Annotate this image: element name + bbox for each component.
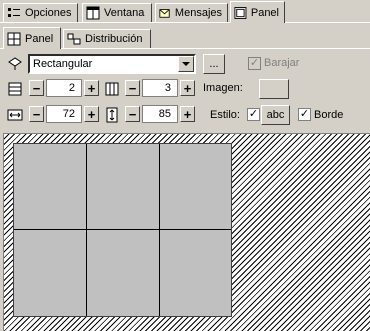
width-icon <box>7 109 23 121</box>
tab-ventana[interactable]: Ventana <box>82 3 152 22</box>
tab-divider <box>0 22 370 23</box>
sub-tabs: Panel Distribución <box>0 26 370 49</box>
grid-divider <box>159 144 160 316</box>
grid-divider <box>86 144 87 316</box>
window-icon <box>86 6 100 20</box>
subtab-label: Distribución <box>85 33 143 45</box>
shape-select-value: Rectangular <box>33 58 93 70</box>
cols-input[interactable]: 3 <box>142 79 178 97</box>
tab-label: Panel <box>250 6 279 19</box>
subtab-panel[interactable]: Panel <box>3 27 61 49</box>
imagen-label: Imagen: <box>203 82 243 94</box>
rows-icon <box>8 82 22 96</box>
options-icon <box>8 8 20 17</box>
estilo-button[interactable]: abc <box>261 105 290 125</box>
tab-label: Ventana <box>104 7 145 19</box>
chevron-down-icon[interactable] <box>178 56 194 72</box>
browse-button[interactable]: ... <box>203 54 225 74</box>
rows-decrement-button[interactable]: − <box>29 80 44 96</box>
cols-increment-button[interactable]: + <box>180 80 195 96</box>
rows-input[interactable]: 2 <box>46 79 82 97</box>
cols-decrement-button[interactable]: − <box>125 80 140 96</box>
subtab-distribucion[interactable]: Distribución <box>63 29 151 48</box>
tab-label: Opciones <box>25 7 72 19</box>
barajar-checkbox[interactable]: ✓ <box>248 57 261 70</box>
height-increment-button[interactable]: + <box>180 106 195 122</box>
panel-grid-preview <box>13 143 232 317</box>
grid-divider <box>14 229 231 230</box>
tab-label: Mensajes <box>174 7 222 19</box>
borde-label: Borde <box>314 109 344 121</box>
browse-button-label: ... <box>209 57 219 70</box>
messages-icon <box>159 9 170 18</box>
grid-icon <box>7 32 21 45</box>
height-decrement-button[interactable]: − <box>125 106 140 122</box>
cols-icon <box>105 82 119 96</box>
main-tabs: Opciones Ventana Mensajes Panel <box>0 0 370 23</box>
width-input[interactable]: 72 <box>46 105 82 123</box>
borde-checkbox[interactable]: ✓ <box>298 108 311 121</box>
barajar-label: Barajar <box>264 57 300 69</box>
tab-opciones[interactable]: Opciones <box>3 3 78 22</box>
estilo-label: Estilo: <box>210 109 240 121</box>
shape-select[interactable]: Rectangular <box>28 54 196 74</box>
panel-icon <box>234 6 247 19</box>
estilo-sample: abc <box>266 108 285 121</box>
shape-icon <box>8 57 22 70</box>
height-input[interactable]: 85 <box>142 105 178 123</box>
tab-mensajes[interactable]: Mensajes <box>155 3 228 22</box>
rows-increment-button[interactable]: + <box>84 80 99 96</box>
subtab-label: Panel <box>25 32 54 45</box>
height-icon <box>106 107 118 123</box>
imagen-button[interactable] <box>259 79 289 99</box>
distribution-icon <box>67 33 81 45</box>
width-increment-button[interactable]: + <box>84 106 99 122</box>
tab-panel[interactable]: Panel <box>230 1 285 23</box>
width-decrement-button[interactable]: − <box>29 106 44 122</box>
estilo-checkbox[interactable]: ✓ <box>247 108 260 121</box>
